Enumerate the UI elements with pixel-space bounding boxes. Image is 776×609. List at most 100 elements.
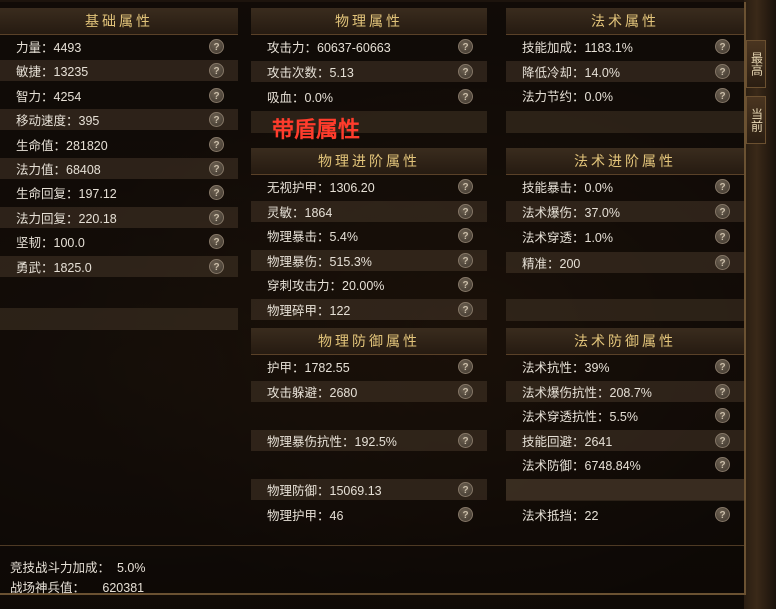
stat-label: 法术爆伤：37.0% [522, 206, 620, 220]
stat-row: 法术穿透抗性：5.5%? [506, 405, 744, 426]
stat-row: 无视护甲：1306.20? [251, 176, 487, 197]
stat-row: 法术抵挡：22? [506, 504, 744, 525]
basic-attributes-header: 基础属性 [0, 8, 238, 35]
empty-row [506, 111, 744, 133]
stat-row: 移动速度：395? [0, 109, 238, 130]
stat-label: 法力值：68408 [16, 163, 101, 177]
right-edge-panel [744, 0, 776, 609]
stat-row: 技能暴击：0.0%? [506, 176, 744, 197]
stat-label: 智力：4254 [16, 90, 82, 104]
help-icon[interactable]: ? [715, 507, 730, 522]
help-icon[interactable]: ? [458, 359, 473, 374]
help-icon[interactable]: ? [458, 384, 473, 399]
stat-label: 物理暴伤抗性：192.5% [267, 435, 397, 449]
stat-row: 物理护甲：46? [251, 504, 487, 525]
stat-label: 技能暴击：0.0% [522, 181, 613, 195]
empty-row [0, 308, 238, 330]
stat-row: 降低冷却：14.0%? [506, 61, 744, 82]
stat-row: 法术防御：6748.84%? [506, 454, 744, 475]
stat-row: 法力值：68408? [0, 158, 238, 179]
help-icon[interactable]: ? [209, 137, 224, 152]
empty-row [506, 299, 744, 321]
help-icon[interactable]: ? [715, 359, 730, 374]
stat-row: 物理暴伤：515.3%? [251, 250, 487, 271]
stat-label: 灵敏：1864 [267, 206, 333, 220]
stat-row: 力量：4493? [0, 36, 238, 57]
help-icon[interactable]: ? [715, 255, 730, 270]
shield-attributes-title: 带盾属性 [272, 117, 361, 142]
help-icon[interactable]: ? [715, 229, 730, 244]
stat-row: 勇武：1825.0? [0, 256, 238, 277]
help-icon[interactable]: ? [458, 64, 473, 79]
help-icon[interactable]: ? [209, 185, 224, 200]
help-icon[interactable]: ? [458, 482, 473, 497]
help-icon[interactable]: ? [715, 204, 730, 219]
help-icon[interactable]: ? [209, 112, 224, 127]
stat-label: 生命回复：197.12 [16, 187, 117, 201]
stat-label: 无视护甲：1306.20 [267, 181, 375, 195]
help-icon[interactable]: ? [209, 234, 224, 249]
stat-label: 移动速度：395 [16, 114, 100, 128]
stat-row: 精准：200? [506, 252, 744, 273]
stat-row: 法术爆伤抗性：208.7%? [506, 381, 744, 402]
stat-row: 穿刺攻击力：20.00%? [251, 274, 487, 295]
stat-row: 智力：4254? [0, 85, 238, 106]
stat-row: 攻击次数：5.13? [251, 61, 487, 82]
stat-label: 法力回复：220.18 [16, 212, 117, 226]
help-icon[interactable]: ? [715, 179, 730, 194]
stat-label: 技能回避：2641 [522, 435, 613, 449]
stat-row: 法力回复：220.18? [0, 207, 238, 228]
help-icon[interactable]: ? [715, 408, 730, 423]
stat-label: 吸血：0.0% [267, 91, 333, 105]
help-icon[interactable]: ? [458, 89, 473, 104]
help-icon[interactable]: ? [458, 228, 473, 243]
stat-row: 技能加成：1183.1%? [506, 36, 744, 57]
help-icon[interactable]: ? [458, 253, 473, 268]
help-icon[interactable]: ? [458, 433, 473, 448]
stat-label: 坚韧：100.0 [16, 236, 85, 250]
help-icon[interactable]: ? [209, 39, 224, 54]
help-icon[interactable]: ? [209, 161, 224, 176]
magic-defense-header: 法术防御属性 [506, 328, 744, 355]
stat-row: 物理暴伤抗性：192.5%? [251, 430, 487, 451]
stat-label: 法术抵挡：22 [522, 509, 599, 523]
help-icon[interactable]: ? [458, 302, 473, 317]
physical-defense-header: 物理防御属性 [251, 328, 487, 355]
help-icon[interactable]: ? [715, 88, 730, 103]
help-icon[interactable]: ? [209, 259, 224, 274]
stat-label: 勇武：1825.0 [16, 261, 92, 275]
tab-highest[interactable]: 最高 [746, 40, 766, 88]
stat-label: 物理防御：15069.13 [267, 484, 382, 498]
stat-row: 物理暴击：5.4%? [251, 225, 487, 246]
help-icon[interactable]: ? [209, 210, 224, 225]
help-icon[interactable]: ? [458, 277, 473, 292]
stat-label: 护甲：1782.55 [267, 361, 350, 375]
stat-label: 攻击次数：5.13 [267, 66, 354, 80]
stat-row: 坚韧：100.0? [0, 231, 238, 252]
stat-row: 法力节约：0.0%? [506, 85, 744, 106]
stat-label: 攻击力：60637-60663 [267, 41, 391, 55]
arena-power-bonus: 竞技战斗力加成： 5.0% [10, 561, 146, 575]
help-icon[interactable]: ? [458, 39, 473, 54]
stat-label: 物理护甲：46 [267, 509, 344, 523]
stat-label: 降低冷却：14.0% [522, 66, 620, 80]
help-icon[interactable]: ? [715, 39, 730, 54]
battlefield-weapon-value: 战场神兵值： 620381 [10, 581, 145, 595]
stat-row: 法术爆伤：37.0%? [506, 201, 744, 222]
help-icon[interactable]: ? [209, 88, 224, 103]
help-icon[interactable]: ? [458, 179, 473, 194]
help-icon[interactable]: ? [715, 457, 730, 472]
stat-label: 物理暴伤：515.3% [267, 255, 372, 269]
stat-label: 法术抗性：39% [522, 361, 610, 375]
help-icon[interactable]: ? [715, 64, 730, 79]
help-icon[interactable]: ? [209, 63, 224, 78]
stat-row: 技能回避：2641? [506, 430, 744, 451]
help-icon[interactable]: ? [715, 384, 730, 399]
help-icon[interactable]: ? [458, 204, 473, 219]
stat-row [251, 454, 487, 475]
stat-label: 力量：4493 [16, 41, 82, 55]
help-icon[interactable]: ? [715, 433, 730, 448]
stat-row [251, 405, 487, 426]
help-icon[interactable]: ? [458, 507, 473, 522]
tab-current[interactable]: 当前 [746, 96, 766, 144]
